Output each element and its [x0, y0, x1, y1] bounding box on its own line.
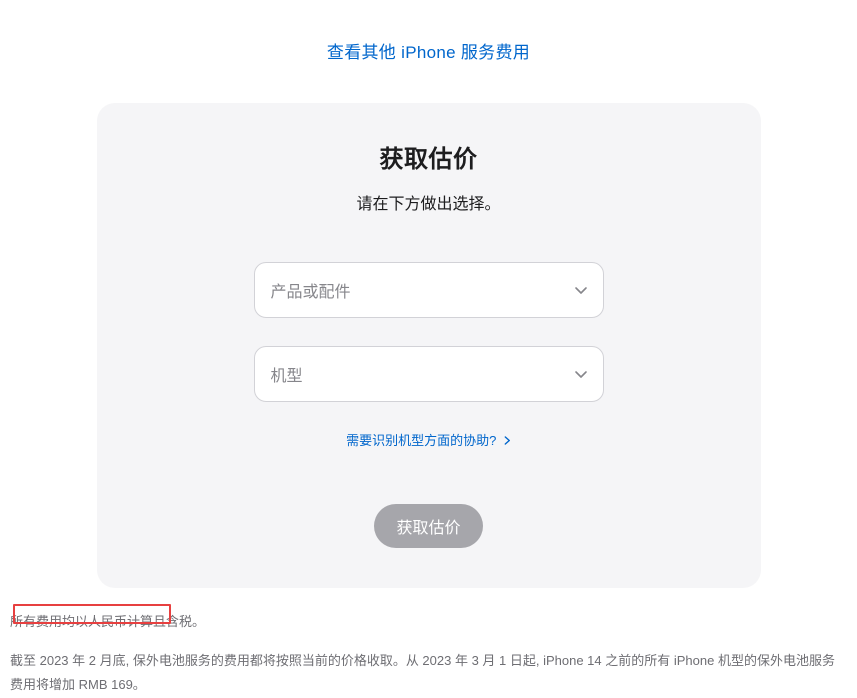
model-select[interactable]: 机型	[254, 346, 604, 402]
card-title: 获取估价	[137, 139, 721, 174]
product-select-wrapper: 产品或配件	[254, 262, 604, 318]
product-select[interactable]: 产品或配件	[254, 262, 604, 318]
top-link-container: 查看其他 iPhone 服务费用	[0, 0, 857, 81]
model-select-wrapper: 机型	[254, 346, 604, 402]
help-link-container: 需要识别机型方面的协助?	[137, 430, 721, 450]
help-link-label: 需要识别机型方面的协助?	[346, 433, 496, 448]
card-subtitle: 请在下方做出选择。	[137, 190, 721, 214]
chevron-right-icon	[504, 436, 511, 445]
footer-text: 所有费用均以人民币计算且含税。 截至 2023 年 2 月底, 保外电池服务的费…	[10, 610, 847, 698]
footer-line2: 截至 2023 年 2 月底, 保外电池服务的费用都将按照当前的价格收取。从 2…	[10, 649, 847, 698]
identify-model-help-link[interactable]: 需要识别机型方面的协助?	[346, 433, 511, 448]
estimate-card: 获取估价 请在下方做出选择。 产品或配件 机型 需要识别机型方面的协助? 获取估…	[97, 103, 761, 588]
other-service-fee-link[interactable]: 查看其他 iPhone 服务费用	[327, 43, 530, 62]
footer-line1: 所有费用均以人民币计算且含税。	[10, 610, 847, 635]
get-estimate-button[interactable]: 获取估价	[374, 504, 482, 548]
